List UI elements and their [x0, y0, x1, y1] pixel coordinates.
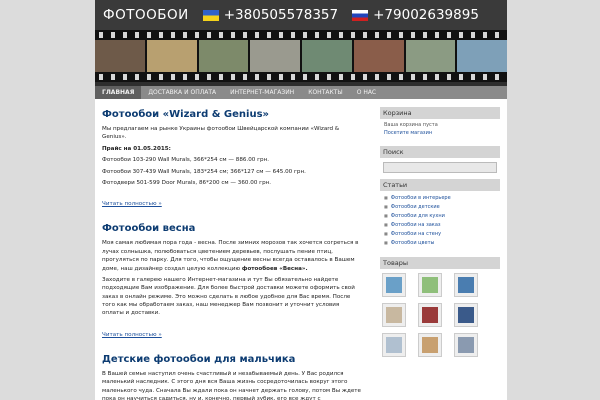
page: ФОТООБОИ +380505578357 +79002639895 Глав… — [0, 0, 600, 400]
product-image — [386, 307, 402, 323]
articles-widget: Статьи Фотообои в интерьереФотообои детс… — [380, 179, 500, 251]
product-image — [458, 277, 474, 293]
product-image — [422, 307, 438, 323]
widget-title: Корзина — [380, 107, 500, 119]
product-image — [386, 277, 402, 293]
article-link[interactable]: Фотообои для кухни — [384, 212, 496, 221]
cart-empty-text: Ваша корзина пуста — [384, 122, 438, 128]
product-thumbnail[interactable] — [454, 303, 478, 327]
header-photo — [146, 40, 197, 72]
search-input[interactable] — [383, 162, 497, 173]
article-link[interactable]: Фотообои детские — [384, 203, 496, 212]
post-kids-boy: Детские фотообои для мальчика В Вашей се… — [102, 354, 362, 400]
post-text-bold: фотообоев «Весна». — [241, 265, 308, 272]
product-image — [422, 337, 438, 353]
widget-title: Поиск — [380, 146, 500, 158]
nav-item[interactable]: ИНТЕРНЕТ-МАГАЗИН — [223, 86, 301, 99]
film-holes-top — [95, 32, 507, 38]
main-column: Фотообои «Wizard & Genius» Мы предлагаем… — [102, 109, 362, 400]
main-nav: Главная ДОСТАВКА И ОПЛАТА ИНТЕРНЕТ-МАГАЗИН… — [95, 86, 507, 99]
header-photo — [353, 40, 404, 72]
header-photo — [457, 40, 507, 72]
product-image — [458, 307, 474, 323]
post-spring: Фотообои весна Моя самая любимая пора го… — [102, 223, 362, 340]
product-thumbnail[interactable] — [382, 273, 406, 297]
header-photo — [250, 40, 300, 72]
nav-item[interactable]: О НАС — [350, 86, 383, 99]
content-area: Фотообои «Wizard & Genius» Мы предлагаем… — [95, 99, 507, 400]
article-link[interactable]: Фотообои в интерьере — [384, 194, 496, 203]
nav-item[interactable]: ДОСТАВКА И ОПЛАТА — [141, 86, 223, 99]
post-title[interactable]: Фотообои весна — [102, 223, 362, 235]
post-text: Фотообои 307-439 Wall Murals, 183*254 см… — [102, 168, 306, 175]
product-thumbnail[interactable] — [454, 273, 478, 297]
widget-title: Товары — [380, 257, 500, 269]
nav-item[interactable]: Главная — [95, 86, 142, 99]
post-text: Фотообои 103-290 Wall Murals, 366*254 см… — [102, 157, 270, 164]
product-thumbnail[interactable] — [418, 303, 442, 327]
sidebar: Корзина Ваша корзина пуста Посетите мага… — [380, 107, 500, 367]
phone-ua: +380505578357 — [223, 7, 339, 23]
article-link[interactable]: Фотообои цветы — [384, 239, 496, 248]
product-thumbnail[interactable] — [418, 333, 442, 357]
post-text: Заходите в галерею нашего Интернет-магаз… — [102, 276, 355, 317]
product-thumbnail[interactable] — [382, 303, 406, 327]
nav-item[interactable]: КОНТАКТЫ — [301, 86, 349, 99]
product-thumbnail[interactable] — [454, 333, 478, 357]
header-title-row: ФОТООБОИ +380505578357 +79002639895 — [95, 0, 507, 30]
product-image — [458, 337, 474, 353]
header-photo — [302, 40, 352, 72]
widget-body: Ваша корзина пуста Посетите магазин — [380, 119, 500, 140]
read-more-link[interactable]: Читать полностью » — [102, 201, 162, 207]
product-thumbnail[interactable] — [382, 333, 406, 357]
film-holes-bottom — [95, 74, 507, 80]
article-link[interactable]: Фотообои на стену — [384, 230, 496, 239]
read-more-link[interactable]: Читать полностью » — [102, 332, 162, 338]
product-image — [386, 337, 402, 353]
product-thumbnail[interactable] — [418, 273, 442, 297]
post-text: Моя самая любимая пора года - весна. Пос… — [102, 239, 362, 273]
post-text: В Вашей семье наступил очень счастливый … — [102, 370, 361, 400]
header-photo — [198, 40, 249, 72]
russia-flag-icon — [352, 9, 369, 21]
cart-widget: Корзина Ваша корзина пуста Посетите мага… — [380, 107, 500, 140]
header-film-strip — [95, 30, 507, 82]
post-text: Фотодвери 501-599 Door Murals, 86*200 см… — [102, 179, 272, 186]
post-text: Мы предлагаем на рынке Украины фотообои … — [102, 126, 340, 141]
header-photo — [405, 40, 456, 72]
post-wizard-genius: Фотообои «Wizard & Genius» Мы предлагаем… — [102, 109, 362, 209]
site-header: ФОТООБОИ +380505578357 +79002639895 — [95, 0, 507, 86]
article-link[interactable]: Фотообои на заказ — [384, 221, 496, 230]
products-grid — [380, 269, 500, 361]
post-text: Прайс на 01.05.2015: — [102, 145, 171, 152]
products-widget: Товары — [380, 257, 500, 361]
film-frames — [95, 40, 507, 72]
visit-shop-link[interactable]: Посетите магазин — [384, 130, 496, 138]
post-title[interactable]: Детские фотообои для мальчика — [102, 354, 362, 366]
post-text-part: Моя самая любимая пора года - весна. Пос… — [102, 240, 359, 272]
site-title[interactable]: ФОТООБОИ — [103, 7, 189, 23]
widget-title: Статьи — [380, 179, 500, 191]
ukraine-flag-icon — [202, 9, 219, 21]
product-image — [422, 277, 438, 293]
articles-list: Фотообои в интерьереФотообои детскиеФото… — [380, 191, 500, 251]
phone-ru: +79002639895 — [373, 7, 479, 23]
header-photo — [95, 40, 145, 72]
search-widget: Поиск — [380, 146, 500, 173]
post-title[interactable]: Фотообои «Wizard & Genius» — [102, 109, 362, 121]
